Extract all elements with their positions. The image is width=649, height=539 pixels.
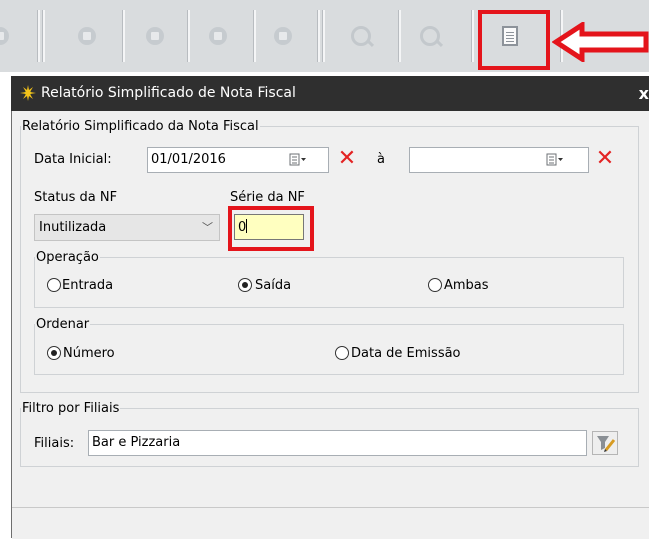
numero-label: Número [63,346,115,361]
serie-highlight [228,206,314,251]
filter-edit-icon[interactable] [592,431,618,455]
pointer-arrow-icon [552,22,649,62]
toolbar-separator [471,10,474,62]
ordenar-legend: Ordenar [36,317,90,332]
data-emissao-label: Data de Emissão [351,346,461,361]
ordenar-group: Ordenar [34,317,624,375]
toolbar-separator [398,10,401,62]
first-record-icon[interactable] [67,14,107,58]
radio-data-emissao[interactable] [335,346,349,360]
filiais-label: Filiais: [34,436,75,451]
ambas-label: Ambas [444,278,489,293]
window-title: Relatório Simplificado de Nota Fiscal [41,85,296,101]
partial-icon[interactable] [0,14,20,58]
toolbar-separator [322,10,325,62]
toolbar-separator [253,10,256,62]
close-icon[interactable]: x [639,84,649,103]
status-nf-select[interactable]: Inutilizada ﹀ [34,214,220,241]
operacao-group: Operação [34,250,624,308]
toolbar-separator [122,10,125,62]
calendar-dropdown-icon[interactable] [289,153,307,167]
toolbar-separator [42,10,45,62]
report-options-legend: Relatório Simplificado da Nota Fiscal [22,119,259,134]
radio-numero[interactable] [47,346,61,360]
data-inicial-label: Data Inicial: [34,152,112,167]
window-titlebar: Relatório Simplificado de Nota Fiscal x [11,76,649,111]
radio-ambas[interactable] [428,278,442,292]
filter-legend: Filtro por Filiais [22,401,120,416]
ate-label: à [377,152,385,167]
app-logo-icon [20,85,36,101]
search-clear-icon[interactable] [410,14,450,58]
chevron-down-icon: ﹀ [202,221,213,234]
toolbar-separator [317,10,320,62]
operacao-legend: Operação [36,250,99,265]
search-icon[interactable] [341,14,381,58]
status-nf-label: Status da NF [34,190,118,205]
last-record-icon[interactable] [263,14,303,58]
status-bar [12,507,649,539]
next-record-icon[interactable] [198,14,238,58]
serie-nf-label: Série da NF [230,190,305,205]
toolbar-separator [37,10,40,62]
dialog-edge [11,111,12,538]
radio-entrada[interactable] [47,278,61,292]
calendar-dropdown-icon[interactable] [546,153,564,167]
saida-label: Saída [255,278,292,293]
radio-saida[interactable] [238,278,252,292]
report-button-highlight [478,10,550,70]
clear-data-inicial-icon[interactable]: ✕ [334,147,360,173]
clear-data-final-icon[interactable]: ✕ [592,147,618,173]
toolbar-separator [187,10,190,62]
previous-record-icon[interactable] [135,14,175,58]
filiais-input[interactable]: Bar e Pizzaria [88,430,587,456]
entrada-label: Entrada [62,278,114,293]
